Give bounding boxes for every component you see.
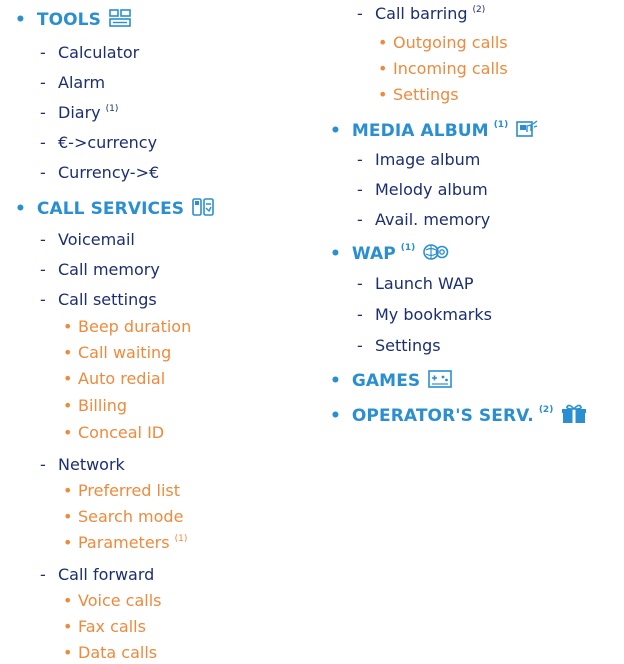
operator-gift-icon	[561, 404, 587, 428]
section-operator-services[interactable]: • OPERATOR'S SERV. (2)	[330, 404, 587, 428]
section-bullet: •	[330, 243, 341, 264]
submenu-item-incoming-calls[interactable]: • Incoming calls	[378, 59, 508, 78]
submenu-item-barring-settings[interactable]: • Settings	[378, 85, 459, 104]
section-title-games: GAMES	[351, 371, 421, 391]
menu-item-call-settings[interactable]: - Call settings	[40, 290, 157, 309]
media-album-icon	[516, 120, 538, 142]
menu-item-alarm[interactable]: - Alarm	[40, 73, 105, 92]
menu-item-image-album[interactable]: - Image album	[357, 150, 480, 169]
section-call-services[interactable]: • CALL SERVICES	[15, 198, 214, 220]
section-bullet: •	[15, 198, 26, 219]
footnote-marker: (2)	[538, 405, 554, 415]
section-wap[interactable]: • WAP (1)	[330, 243, 449, 265]
section-bullet: •	[330, 370, 341, 391]
submenu-item-billing[interactable]: • Billing	[63, 396, 127, 415]
section-title-tools: TOOLS	[36, 10, 101, 30]
footnote-marker: (1)	[105, 104, 119, 114]
call-services-icon	[192, 198, 214, 220]
section-title-media-album: MEDIA ALBUM	[351, 121, 489, 141]
section-title-operator-services: OPERATOR'S SERV.	[351, 406, 534, 426]
submenu-item-conceal-id[interactable]: • Conceal ID	[63, 423, 164, 442]
section-title-call-services: CALL SERVICES	[36, 199, 185, 219]
menu-item-call-memory[interactable]: - Call memory	[40, 260, 160, 279]
submenu-item-beep-duration[interactable]: • Beep duration	[63, 317, 191, 336]
games-icon	[428, 370, 453, 392]
submenu-item-outgoing-calls[interactable]: • Outgoing calls	[378, 33, 508, 52]
footnote-marker: (1)	[493, 120, 509, 130]
section-bullet: •	[15, 9, 26, 30]
section-media-album[interactable]: • MEDIA ALBUM (1)	[330, 120, 538, 142]
menu-item-my-bookmarks[interactable]: - My bookmarks	[357, 305, 492, 324]
submenu-item-parameters[interactable]: • Parameters (1)	[63, 533, 187, 552]
section-title-wap: WAP	[351, 244, 396, 264]
submenu-item-search-mode[interactable]: • Search mode	[63, 507, 183, 526]
menu-item-wap-settings[interactable]: - Settings	[357, 336, 441, 355]
menu-item-avail-memory[interactable]: - Avail. memory	[357, 210, 490, 229]
tools-icon	[109, 9, 131, 31]
wap-icon	[423, 243, 449, 265]
section-bullet: •	[330, 405, 341, 426]
menu-item-diary[interactable]: - Diary (1)	[40, 103, 118, 122]
menu-item-network[interactable]: - Network	[40, 455, 125, 474]
footnote-marker: (2)	[472, 5, 486, 15]
submenu-item-fax-calls[interactable]: • Fax calls	[63, 617, 146, 636]
section-tools[interactable]: • TOOLS	[15, 9, 131, 31]
submenu-item-call-waiting[interactable]: • Call waiting	[63, 343, 171, 362]
footnote-marker: (1)	[400, 243, 416, 253]
submenu-item-data-calls[interactable]: • Data calls	[63, 643, 157, 662]
footnote-marker: (1)	[174, 534, 188, 544]
menu-item-calculator[interactable]: - Calculator	[40, 43, 139, 62]
menu-item-call-barring[interactable]: - Call barring (2)	[357, 4, 485, 23]
menu-item-call-forward[interactable]: - Call forward	[40, 565, 154, 584]
submenu-item-auto-redial[interactable]: • Auto redial	[63, 369, 165, 388]
section-bullet: •	[330, 120, 341, 141]
submenu-item-preferred-list[interactable]: • Preferred list	[63, 481, 180, 500]
menu-item-voicemail[interactable]: - Voicemail	[40, 230, 135, 249]
menu-item-launch-wap[interactable]: - Launch WAP	[357, 274, 474, 293]
menu-item-melody-album[interactable]: - Melody album	[357, 180, 488, 199]
menu-item-euro-to-currency[interactable]: - €->currency	[40, 133, 157, 152]
submenu-item-voice-calls[interactable]: • Voice calls	[63, 591, 162, 610]
section-games[interactable]: • GAMES	[330, 370, 453, 392]
menu-item-currency-to-euro[interactable]: - Currency->€	[40, 163, 159, 182]
